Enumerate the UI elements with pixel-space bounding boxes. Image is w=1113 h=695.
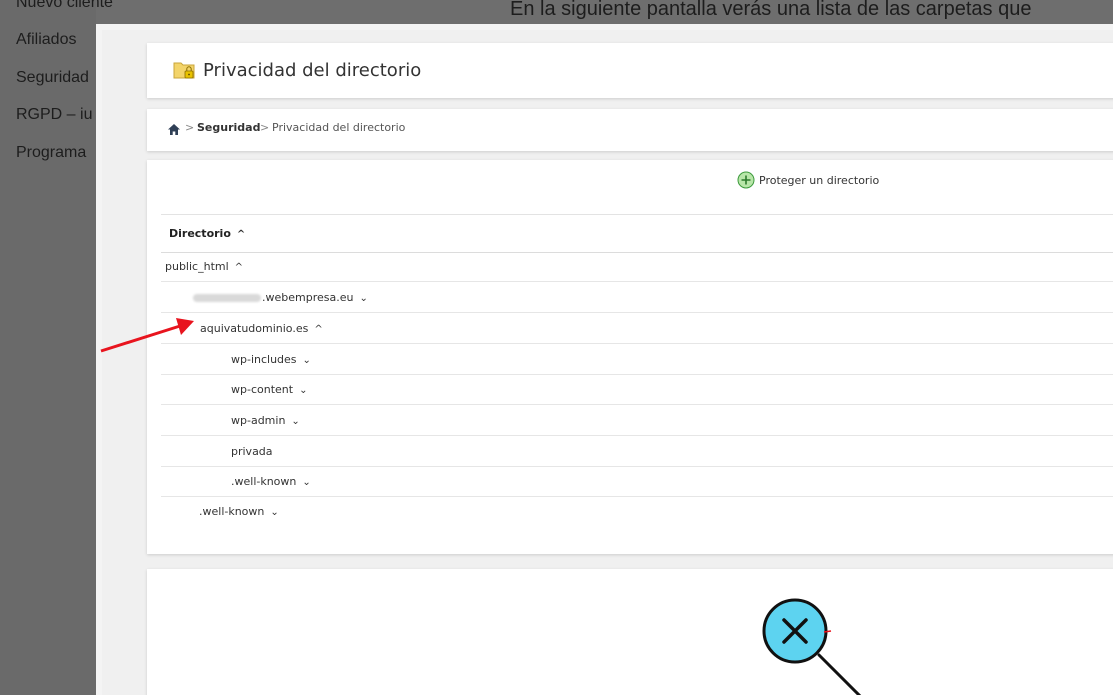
- chevron-up-icon: ^: [234, 262, 244, 273]
- breadcrumb-separator: >: [260, 121, 270, 134]
- bg-menu-afiliados: Afiliados: [16, 31, 77, 48]
- column-directorio[interactable]: Directorio ^: [169, 227, 245, 240]
- directory-name: .well-known ⌄: [199, 505, 279, 518]
- bg-menu-seguridad: Seguridad: [16, 69, 89, 86]
- directory-label: privada: [231, 445, 273, 458]
- magnifier-x-icon: [762, 598, 862, 695]
- table-row[interactable]: wp-content ⌄: [161, 374, 1113, 405]
- table-header: Directorio ^: [161, 214, 1113, 253]
- add-circle-icon: [737, 171, 755, 189]
- directory-name: .webempresa.eu ⌄: [193, 291, 368, 304]
- breadcrumb-separator: >: [185, 121, 195, 134]
- directory-label: .well-known: [231, 475, 297, 488]
- column-label: Directorio: [169, 227, 231, 240]
- directory-label: .well-known: [199, 505, 265, 518]
- bg-menu-nuevo-cliente: Nuevo cliente: [16, 0, 113, 11]
- directory-label: public_html: [165, 260, 229, 273]
- background-sidebar: Nuevo cliente Afiliados Seguridad RGPD –…: [0, 0, 113, 695]
- directory-label: aquivatudominio.es: [200, 322, 309, 335]
- cpanel-content: Privacidad del directorio > Seguridad > …: [102, 30, 1113, 695]
- screenshot-panel: Privacidad del directorio > Seguridad > …: [96, 24, 1113, 695]
- chevron-down-icon: ⌄: [302, 477, 311, 488]
- directory-list-card: Proteger un directorio Directorio ^ publi…: [147, 160, 1113, 554]
- directory-name: wp-admin ⌄: [231, 414, 300, 427]
- table-row[interactable]: privada: [161, 436, 1113, 467]
- table-row[interactable]: wp-includes ⌄: [161, 344, 1113, 375]
- directory-name: .well-known ⌄: [231, 475, 311, 488]
- directory-name: wp-content ⌄: [231, 383, 307, 396]
- protect-directory-button[interactable]: Proteger un directorio: [737, 171, 879, 189]
- directory-name: aquivatudominio.es ^: [200, 322, 323, 335]
- home-icon[interactable]: [167, 123, 181, 136]
- table-row[interactable]: aquivatudominio.es ^: [161, 313, 1113, 344]
- table-row[interactable]: wp-admin ⌄: [161, 405, 1113, 436]
- table-row[interactable]: .webempresa.eu ⌄: [161, 282, 1113, 313]
- table-row[interactable]: public_html ^: [161, 251, 1113, 282]
- locked-folder-icon: [173, 62, 195, 79]
- page-header: Privacidad del directorio: [147, 43, 1113, 98]
- directory-label: wp-content: [231, 383, 294, 396]
- bg-menu-rgpd: RGPD – iu: [16, 106, 93, 123]
- breadcrumb: > Seguridad > Privacidad del directorio: [147, 109, 1113, 151]
- directory-label: wp-admin: [231, 414, 286, 427]
- protect-directory-label: Proteger un directorio: [759, 173, 880, 187]
- breadcrumb-current: Privacidad del directorio: [272, 121, 406, 134]
- table-row[interactable]: .well-known ⌄: [161, 496, 1113, 526]
- chevron-up-icon: ^: [314, 324, 323, 335]
- directory-name: privada: [231, 445, 273, 458]
- chevron-up-icon: ^: [236, 229, 246, 240]
- directory-label: wp-includes: [231, 353, 297, 366]
- chevron-down-icon: ⌄: [299, 385, 308, 396]
- table-row[interactable]: .well-known ⌄: [161, 466, 1113, 497]
- directory-label: .webempresa.eu: [262, 291, 354, 304]
- chevron-down-icon: ⌄: [302, 355, 311, 366]
- empty-state-card: [147, 569, 1113, 695]
- bg-menu-programa: Programa: [16, 144, 87, 161]
- chevron-down-icon: ⌄: [359, 293, 368, 304]
- page-title: Privacidad del directorio: [203, 60, 422, 81]
- directory-name: wp-includes ⌄: [231, 353, 311, 366]
- redacted-text: [193, 294, 261, 302]
- chevron-down-icon: ⌄: [291, 416, 300, 427]
- background-heading: En la siguiente pantalla verás una lista…: [510, 0, 1032, 20]
- chevron-down-icon: ⌄: [270, 507, 279, 518]
- breadcrumb-seguridad[interactable]: Seguridad: [197, 121, 260, 134]
- directory-name: public_html ^: [165, 260, 243, 273]
